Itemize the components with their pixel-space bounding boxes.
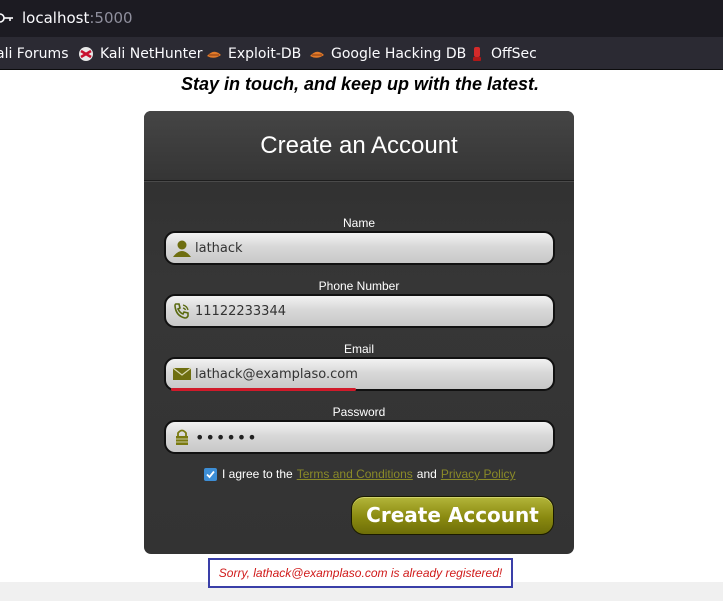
- agree-prefix-text: I agree to the: [222, 467, 293, 481]
- bookmark-label: Kali NetHunter: [100, 46, 203, 62]
- terms-agreement: I agree to the Terms and Conditions and …: [204, 467, 516, 481]
- envelope-icon: [172, 367, 192, 380]
- password-label: Password: [332, 405, 386, 419]
- email-label: Email: [343, 342, 374, 356]
- offsec-icon: [473, 47, 481, 61]
- phone-label: Phone Number: [318, 279, 400, 293]
- agree-and-text: and: [416, 467, 437, 481]
- url-host: localhost: [22, 9, 90, 27]
- email-error-underline: [171, 388, 356, 391]
- name-input[interactable]: [195, 237, 545, 259]
- agree-checkbox[interactable]: [204, 467, 217, 481]
- bookmark-label: ali Forums: [0, 46, 69, 62]
- lock-icon: [176, 429, 188, 445]
- email-input[interactable]: [195, 363, 545, 385]
- url-port: :5000: [89, 9, 133, 27]
- privacy-link[interactable]: Privacy Policy: [441, 467, 516, 481]
- form-title: Create an Account: [260, 132, 458, 159]
- phone-icon: [174, 303, 189, 319]
- user-icon: [173, 240, 191, 257]
- bookmark-label: Exploit-DB: [228, 46, 302, 62]
- password-input[interactable]: [195, 426, 545, 448]
- ghdb-icon: [310, 51, 324, 58]
- bookmark-offsec[interactable]: OffSec: [469, 45, 537, 63]
- bookmark-kali-nethunter[interactable]: Kali NetHunter: [78, 45, 202, 63]
- error-message: Sorry, lathack@examplaso.com is already …: [208, 558, 513, 588]
- bookmark-exploit-db[interactable]: Exploit-DB: [206, 45, 301, 63]
- bookmarks-toolbar: ali Forums Kali NetHunter Exploit-DB Goo…: [0, 37, 723, 70]
- checkmark-icon: [206, 470, 215, 478]
- terms-link[interactable]: Terms and Conditions: [297, 467, 413, 481]
- email-field[interactable]: [164, 357, 555, 391]
- bookmark-label: Google Hacking DB: [331, 46, 467, 62]
- bookmark-label: OffSec: [491, 46, 537, 62]
- url-text[interactable]: localhost:5000: [22, 9, 133, 27]
- exploit-db-icon: [207, 51, 221, 58]
- browser-url-bar[interactable]: localhost:5000: [0, 0, 723, 37]
- bookmark-kali-forums[interactable]: ali Forums: [0, 45, 69, 63]
- create-account-button[interactable]: Create Account: [351, 496, 554, 535]
- phone-input[interactable]: [195, 300, 545, 322]
- form-header: Create an Account: [144, 111, 574, 181]
- name-label: Name: [342, 216, 375, 230]
- create-account-form: Create an Account Name Phone Number Emai…: [144, 111, 574, 554]
- phone-field[interactable]: [164, 294, 555, 328]
- password-field[interactable]: [164, 420, 555, 454]
- page-tagline: Stay in touch, and keep up with the late…: [180, 74, 540, 94]
- key-icon[interactable]: [0, 10, 14, 26]
- name-field[interactable]: [164, 231, 555, 265]
- bookmark-google-hacking-db[interactable]: Google Hacking DB: [309, 45, 466, 63]
- nethunter-icon: [79, 47, 93, 61]
